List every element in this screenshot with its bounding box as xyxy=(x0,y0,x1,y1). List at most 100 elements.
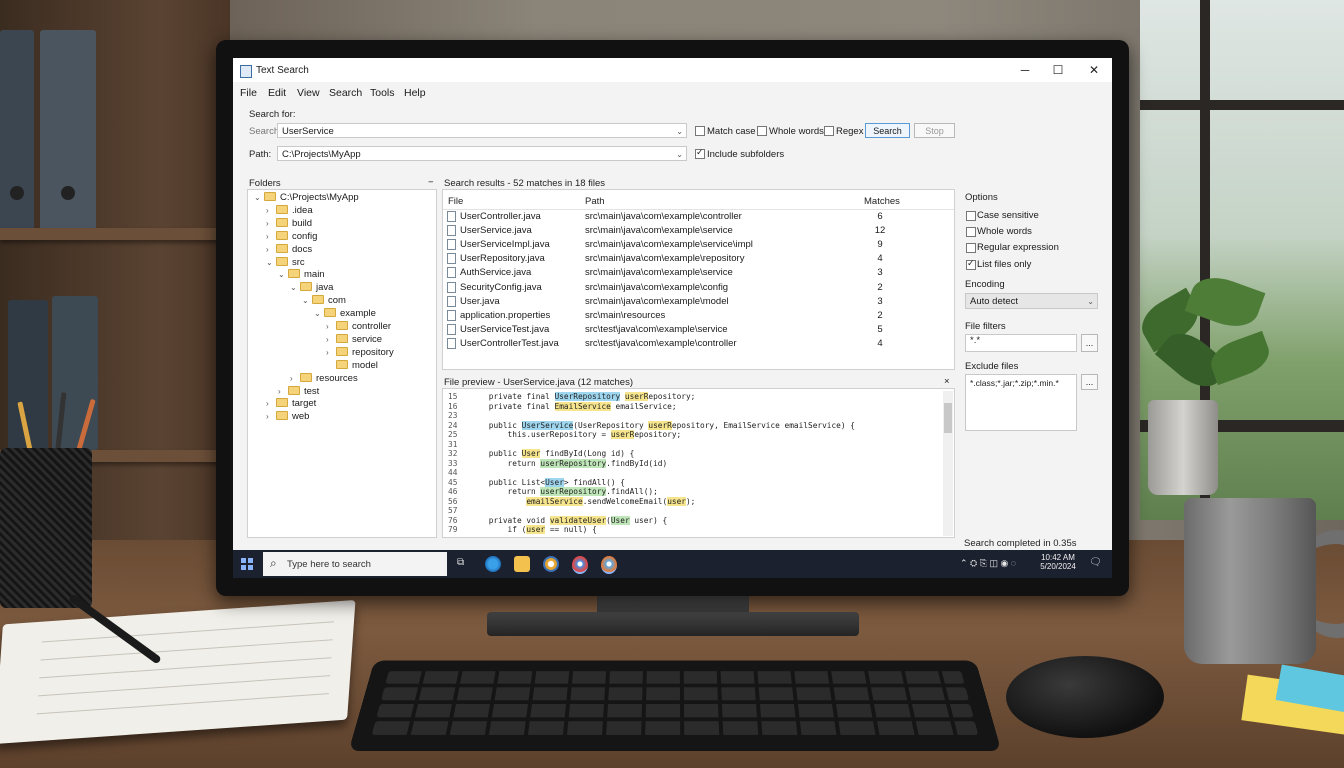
stop-button[interactable]: Stop xyxy=(914,123,955,138)
folder-tree-item[interactable]: › config xyxy=(266,230,317,242)
edge-browser-icon[interactable] xyxy=(485,556,501,572)
folder-tree-item[interactable]: › docs xyxy=(266,243,312,255)
folder-tree-item[interactable]: › repository xyxy=(326,346,394,358)
folder-tree-item[interactable]: › build xyxy=(266,217,312,229)
file-icon xyxy=(447,211,456,222)
folder-tree-item[interactable]: › web xyxy=(266,411,309,422)
chevron-right-icon[interactable]: › xyxy=(326,322,336,331)
table-row[interactable]: application.properties src\main\resources… xyxy=(443,309,953,323)
screen: Text Search ─ ☐ ✕ File Edit View Search … xyxy=(233,58,1112,578)
chevron-down-icon[interactable]: ⌄ xyxy=(278,270,288,279)
chevron-down-icon[interactable]: ⌄ xyxy=(314,309,324,318)
minimize-button[interactable]: ─ xyxy=(1008,61,1042,79)
include-subfolders-checkbox[interactable] xyxy=(695,147,705,159)
file-filters-browse-button[interactable]: ... xyxy=(1081,334,1098,352)
table-row[interactable]: AuthService.java src\main\java\com\exampl… xyxy=(443,266,953,280)
table-row[interactable]: UserService.java src\main\java\com\exampl… xyxy=(443,224,953,238)
menu-view[interactable]: View xyxy=(297,87,320,99)
option-checkbox[interactable] xyxy=(966,243,976,254)
file-explorer-icon[interactable] xyxy=(514,556,530,572)
folders-collapse-button[interactable]: − xyxy=(428,177,434,188)
option-checkbox[interactable] xyxy=(966,227,976,238)
result-file-name: UserService.java xyxy=(460,225,532,237)
chevron-right-icon[interactable]: › xyxy=(266,412,276,421)
chevron-down-icon[interactable]: ⌄ xyxy=(290,283,300,292)
folder-tree-item[interactable]: ⌄ src xyxy=(266,256,305,268)
notification-icon[interactable]: 🗨 xyxy=(1089,557,1102,568)
folder-tree-item[interactable]: ⌄ C:\Projects\MyApp xyxy=(254,192,359,203)
chevron-right-icon[interactable]: › xyxy=(266,245,276,254)
browser-app-icon[interactable] xyxy=(572,556,588,574)
column-matches[interactable]: Matches xyxy=(864,196,900,207)
chevron-down-icon[interactable]: ⌄ xyxy=(302,296,312,305)
exclude-files-browse-button[interactable]: ... xyxy=(1081,374,1098,390)
system-tray-icons[interactable]: ⌃ ⛭ ⎘ ◫ ◉ ◌ xyxy=(960,558,1016,569)
table-row[interactable]: User.java src\main\java\com\example\model… xyxy=(443,295,953,309)
option-checkbox[interactable] xyxy=(966,211,976,221)
task-view-icon[interactable]: ⧉ xyxy=(457,557,464,568)
windows-start-icon[interactable] xyxy=(241,558,253,570)
file-filters-input[interactable]: *.* xyxy=(965,334,1077,352)
folder-tree-item[interactable]: ⌄ main xyxy=(278,269,325,280)
folder-tree-item[interactable]: › target xyxy=(266,398,316,409)
folder-tree-item[interactable]: › .idea xyxy=(266,204,313,216)
folder-tree-item[interactable]: › test xyxy=(278,385,319,397)
whole-words-checkbox[interactable] xyxy=(757,126,767,136)
chevron-right-icon[interactable]: › xyxy=(266,232,276,241)
chevron-right-icon[interactable]: › xyxy=(266,206,276,215)
folder-tree-item[interactable]: › controller xyxy=(326,321,391,332)
option-checkbox[interactable] xyxy=(966,258,976,270)
chrome-browser-icon[interactable] xyxy=(543,556,559,572)
code-text: return xyxy=(470,458,541,468)
table-row[interactable]: UserServiceTest.java src\test\java\com\ex… xyxy=(443,323,953,337)
folder-tree-item[interactable]: ⌄ example xyxy=(314,308,376,319)
encoding-select[interactable]: Auto detect ⌄ xyxy=(965,293,1098,309)
exclude-files-input[interactable]: *.class;*.jar;*.zip;*.min.* xyxy=(965,374,1077,431)
taskbar-search-box[interactable]: ⌕ Type here to search xyxy=(263,552,447,576)
chevron-down-icon[interactable]: ⌄ xyxy=(254,193,264,202)
menu-tools[interactable]: Tools xyxy=(370,87,395,99)
text-search-app-icon[interactable] xyxy=(601,556,617,574)
table-row[interactable]: UserServiceImpl.java src\main\java\com\ex… xyxy=(443,238,953,252)
close-button[interactable]: ✕ xyxy=(1077,61,1111,79)
chevron-right-icon[interactable]: › xyxy=(266,219,276,228)
menu-file[interactable]: File xyxy=(240,87,257,99)
chevron-down-icon[interactable]: ⌄ xyxy=(676,124,683,139)
chevron-right-icon[interactable]: › xyxy=(326,335,336,344)
notebook xyxy=(0,599,356,745)
menu-help[interactable]: Help xyxy=(404,87,426,99)
folder-tree-item[interactable]: › service xyxy=(326,333,382,345)
folder-tree-item[interactable]: ⌄ java xyxy=(290,282,333,293)
folder-tree-item[interactable]: model xyxy=(326,359,378,371)
preview-scroll-thumb[interactable] xyxy=(944,403,952,433)
chevron-right-icon[interactable]: › xyxy=(290,374,300,383)
table-row[interactable]: SecurityConfig.java src\main\java\com\exa… xyxy=(443,281,953,295)
chevron-down-icon[interactable]: ⌄ xyxy=(676,147,683,162)
maximize-button[interactable]: ☐ xyxy=(1041,61,1075,79)
chevron-down-icon: ⌄ xyxy=(1087,297,1094,306)
menu-search[interactable]: Search xyxy=(329,87,362,99)
chevron-right-icon[interactable]: › xyxy=(266,399,276,408)
table-row[interactable]: UserControllerTest.java src\test\java\com… xyxy=(443,337,953,351)
folder-tree-item[interactable]: › resources xyxy=(290,372,358,384)
folder-tree-item[interactable]: ⌄ com xyxy=(302,295,346,306)
code-line: 56 emailService.sendWelcomeEmail(user); xyxy=(448,496,695,507)
menu-edit[interactable]: Edit xyxy=(268,87,286,99)
clock[interactable]: 10:42 AM 5/20/2024 xyxy=(1037,553,1079,571)
search-input[interactable]: UserService ⌄ xyxy=(277,123,687,138)
chevron-down-icon[interactable]: ⌄ xyxy=(266,258,276,267)
file-icon xyxy=(447,337,456,349)
table-row[interactable]: UserController.java src\main\java\com\exa… xyxy=(443,210,953,224)
column-path[interactable]: Path xyxy=(585,196,605,207)
chevron-right-icon[interactable]: › xyxy=(278,387,288,396)
match-case-checkbox[interactable] xyxy=(695,126,705,136)
table-row[interactable]: UserRepository.java src\main\java\com\exa… xyxy=(443,252,953,266)
path-input[interactable]: C:\Projects\MyApp ⌄ xyxy=(277,146,687,161)
regex-checkbox[interactable] xyxy=(824,126,834,136)
preview-scrollbar[interactable] xyxy=(943,391,953,536)
chevron-right-icon[interactable]: › xyxy=(326,348,336,357)
preview-close-button[interactable]: × xyxy=(944,376,950,387)
column-file[interactable]: File xyxy=(448,196,463,207)
plant-pot xyxy=(1148,400,1218,495)
search-button[interactable]: Search xyxy=(865,123,910,138)
